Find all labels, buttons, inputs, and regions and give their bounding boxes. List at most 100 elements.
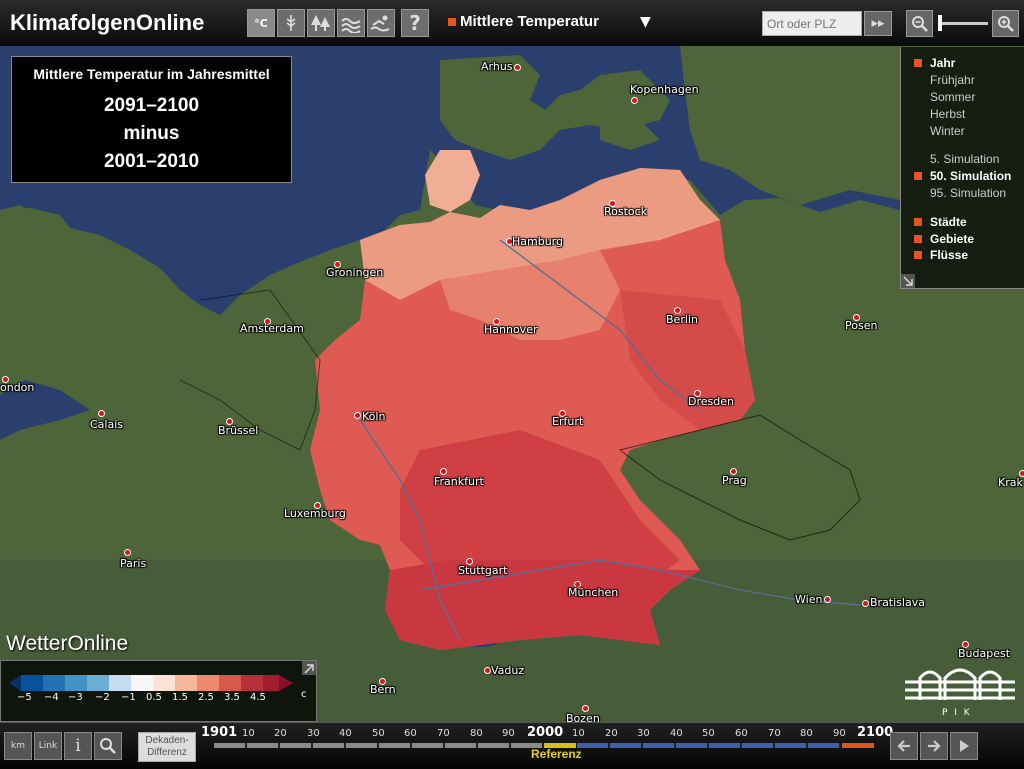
dekaden-differenz-button[interactable]: Dekaden-Differenz [138,732,196,762]
city-label: Vaduz [491,664,525,677]
timeline-tick: 50 [702,728,715,739]
city-label: Rostock [604,205,648,218]
info-minus: minus [123,123,180,144]
info-period: 2091–2100 [103,95,200,116]
option-selected-marker [914,59,922,67]
info-label: i [75,736,81,756]
top-bar: KlimafolgenOnline °C ? Mittlere Temperat… [0,0,1024,47]
parameter-selector[interactable]: Mittlere Temperatur [448,13,599,30]
city-label: Amsterdam [240,322,304,335]
city-label: Groningen [326,266,384,279]
temperature-icon[interactable]: °C [247,9,275,37]
timeline-reference-label: Referenz [531,747,582,761]
forest-icon[interactable] [307,9,335,37]
water-icon[interactable] [337,9,365,37]
temperature-icon-label: °C [254,16,268,30]
legend-collapse-icon[interactable] [302,661,316,675]
timeline-tick: 50 [372,728,385,739]
timeline-tick: 40 [339,728,352,739]
timeline-selected-decade[interactable] [842,743,874,748]
timeline-tick: 60 [735,728,748,739]
color-legend: −5 −4 −3 −2 −1 0.5 1.5 2.5 3.5 4.5 c [0,660,317,722]
parameter-marker [448,18,456,26]
city-marker [484,667,491,674]
legend-colorbar [9,675,293,691]
city-label: Prag [722,474,747,487]
option-herbst[interactable]: Herbst [930,107,965,121]
option-winter[interactable]: Winter [930,124,965,138]
city-label: Wien [795,593,823,606]
panel-collapse-icon[interactable] [901,274,915,288]
option-5-simulation[interactable]: 5. Simulation [930,152,999,166]
timeline-end-year: 2100 [857,725,894,740]
option-50-simulation[interactable]: 50. Simulation [914,169,1011,183]
city-label: Kopenhagen [630,83,699,96]
option-sommer[interactable]: Sommer [930,90,975,104]
city-label: Dresden [688,395,734,408]
legend-tick: 1.5 [172,692,188,703]
legend-tick: 3.5 [224,692,240,703]
arrow-right-icon[interactable] [920,732,948,760]
city-label: Arhus [481,60,513,73]
legend-tick: 4.5 [250,692,266,703]
option-staedte[interactable]: Städte [914,215,967,229]
timeline-tick: 90 [833,728,846,739]
dekaden-label: Dekaden-Differenz [145,735,189,758]
timeline-future-decades[interactable] [577,743,841,748]
timeline-tick: 60 [404,728,417,739]
chevron-down-icon[interactable]: ▼ [640,14,651,30]
app-title: KlimafolgenOnline [10,10,205,35]
play-icon[interactable] [950,732,978,760]
swimming-icon[interactable] [367,9,395,37]
arrow-left-icon[interactable] [890,732,918,760]
timeline-past-decades[interactable] [214,743,544,748]
zoom-slider[interactable] [938,22,988,25]
timeline-tick: 80 [800,728,813,739]
city-marker [354,412,361,419]
city-marker [862,600,869,607]
pik-logo[interactable]: P I K [900,664,1020,720]
option-selected-marker [914,251,922,259]
timeline-tick: 70 [768,728,781,739]
scale-unit-button[interactable]: km [4,732,32,760]
city-marker [824,596,831,603]
info-reference-period: 2001–2010 [103,151,200,172]
legend-tick: −5 [17,692,32,703]
zoom-out-icon[interactable] [906,10,933,37]
city-label: Paris [120,557,147,570]
search-input[interactable] [762,11,862,36]
timeline-tick: 10 [242,728,255,739]
city-label: Stuttgart [458,564,508,577]
option-95-simulation[interactable]: 95. Simulation [930,186,1006,200]
timeline-tick: 20 [274,728,287,739]
city-label: Hannover [484,323,538,336]
city-label: Köln [362,410,386,423]
timeline-tick: 20 [605,728,618,739]
search-go-label: ▸▸ [871,16,885,31]
timeline-tick: 30 [307,728,320,739]
legend-tick: −1 [121,692,136,703]
city-label: Luxemburg [284,507,346,520]
help-icon[interactable]: ? [401,9,429,37]
timeline-bar: km Link i Dekaden-Differenz 1901 10 20 3… [0,722,1024,769]
search-go-button[interactable]: ▸▸ [864,11,892,36]
option-fruehjahr[interactable]: Frühjahr [930,73,975,87]
city-label: Budapest [958,647,1011,660]
legend-tick: −4 [44,692,59,703]
zoom-in-icon[interactable] [992,10,1019,37]
timeline-start-year: 1901 [201,725,238,740]
wetteronline-logo[interactable]: WetterOnline [6,632,128,656]
timeline-tick: 40 [670,728,683,739]
legend-unit: c [301,689,307,700]
option-fluesse[interactable]: Flüsse [914,248,968,262]
option-gebiete[interactable]: Gebiete [914,232,974,246]
magnifier-icon[interactable] [94,732,122,760]
zoom-slider-handle[interactable] [938,15,942,31]
legend-tick: −3 [68,692,83,703]
agriculture-icon[interactable] [277,9,305,37]
link-button[interactable]: Link [34,732,62,760]
option-jahr[interactable]: Jahr [914,56,955,70]
info-icon[interactable]: i [64,732,92,760]
city-label: ondon [0,381,35,394]
legend-tick: 0.5 [146,692,162,703]
